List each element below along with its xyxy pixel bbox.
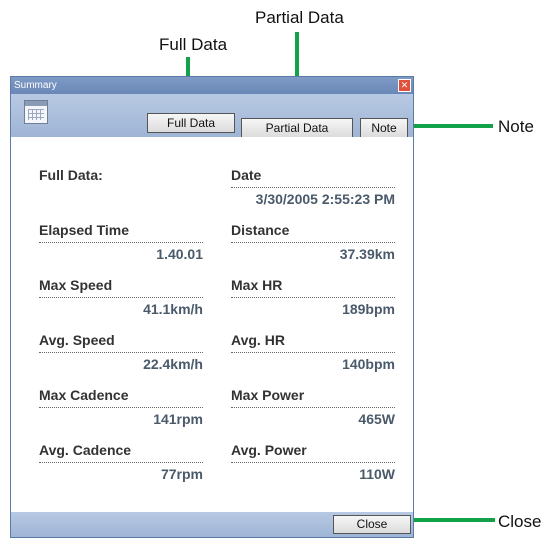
close-button[interactable]: Close [333, 515, 411, 534]
date-value: 3/30/2005 2:55:23 PM [255, 191, 395, 207]
stat-label: Distance [231, 222, 395, 243]
stat-value: 465W [358, 411, 395, 427]
callout-close-line [411, 518, 495, 522]
close-window-icon[interactable]: ✕ [398, 79, 411, 92]
stat-value: 22.4km/h [143, 356, 203, 372]
note-button[interactable]: Note [360, 118, 408, 138]
callout-close: Close [498, 512, 542, 531]
footer-bar: Close [11, 512, 413, 537]
callout-partial-data: Partial Data [255, 8, 344, 27]
stat-value: 189bpm [342, 301, 395, 317]
stat-value: 141rpm [153, 411, 203, 427]
stat-avg-power: Avg. Power 110W [231, 442, 395, 482]
section-label: Full Data: [39, 167, 103, 183]
stat-elapsed-time: Elapsed Time 1.40.01 [39, 222, 203, 262]
stat-max-power: Max Power 465W [231, 387, 395, 427]
calendar-icon[interactable] [24, 100, 48, 124]
callout-note: Note [498, 117, 534, 136]
stat-value: 1.40.01 [156, 246, 203, 262]
title-bar: Summary ✕ [11, 77, 413, 94]
callout-full-data: Full Data [159, 35, 228, 54]
stat-label: Avg. Cadence [39, 442, 203, 463]
stat-label: Avg. HR [231, 332, 395, 353]
stat-value: 77rpm [160, 466, 203, 482]
window-title: Summary [14, 80, 57, 91]
stat-avg-hr: Avg. HR 140bpm [231, 332, 395, 372]
full-data-button[interactable]: Full Data [147, 113, 235, 133]
stat-label: Max Speed [39, 277, 203, 298]
stat-distance: Distance 37.39km [231, 222, 395, 262]
stat-value: 110W [359, 466, 395, 482]
stat-label: Max HR [231, 277, 395, 298]
date-label: Date [231, 167, 395, 188]
stat-avg-speed: Avg. Speed 22.4km/h [39, 332, 203, 372]
date-field: Date 3/30/2005 2:55:23 PM [231, 167, 395, 207]
stat-max-hr: Max HR 189bpm [231, 277, 395, 317]
callout-note-line [411, 124, 493, 128]
stat-label: Elapsed Time [39, 222, 203, 243]
summary-panel: Full Data: Date 3/30/2005 2:55:23 PM Ela… [11, 137, 413, 487]
stat-value: 37.39km [339, 246, 395, 262]
stat-value: 140bpm [342, 356, 395, 372]
section-header: Full Data: [39, 167, 203, 187]
stat-label: Avg. Power [231, 442, 395, 463]
stat-max-speed: Max Speed 41.1km/h [39, 277, 203, 317]
stat-value: 41.1km/h [143, 301, 203, 317]
stat-label: Max Cadence [39, 387, 203, 408]
partial-data-button[interactable]: Partial Data [241, 118, 353, 138]
stat-avg-cadence: Avg. Cadence 77rpm [39, 442, 203, 482]
stat-max-cadence: Max Cadence 141rpm [39, 387, 203, 427]
stat-label: Max Power [231, 387, 395, 408]
summary-window: Summary ✕ Full Data Partial Data Note Fu… [10, 76, 414, 538]
toolbar: Full Data Partial Data Note [11, 94, 413, 138]
stat-label: Avg. Speed [39, 332, 203, 353]
